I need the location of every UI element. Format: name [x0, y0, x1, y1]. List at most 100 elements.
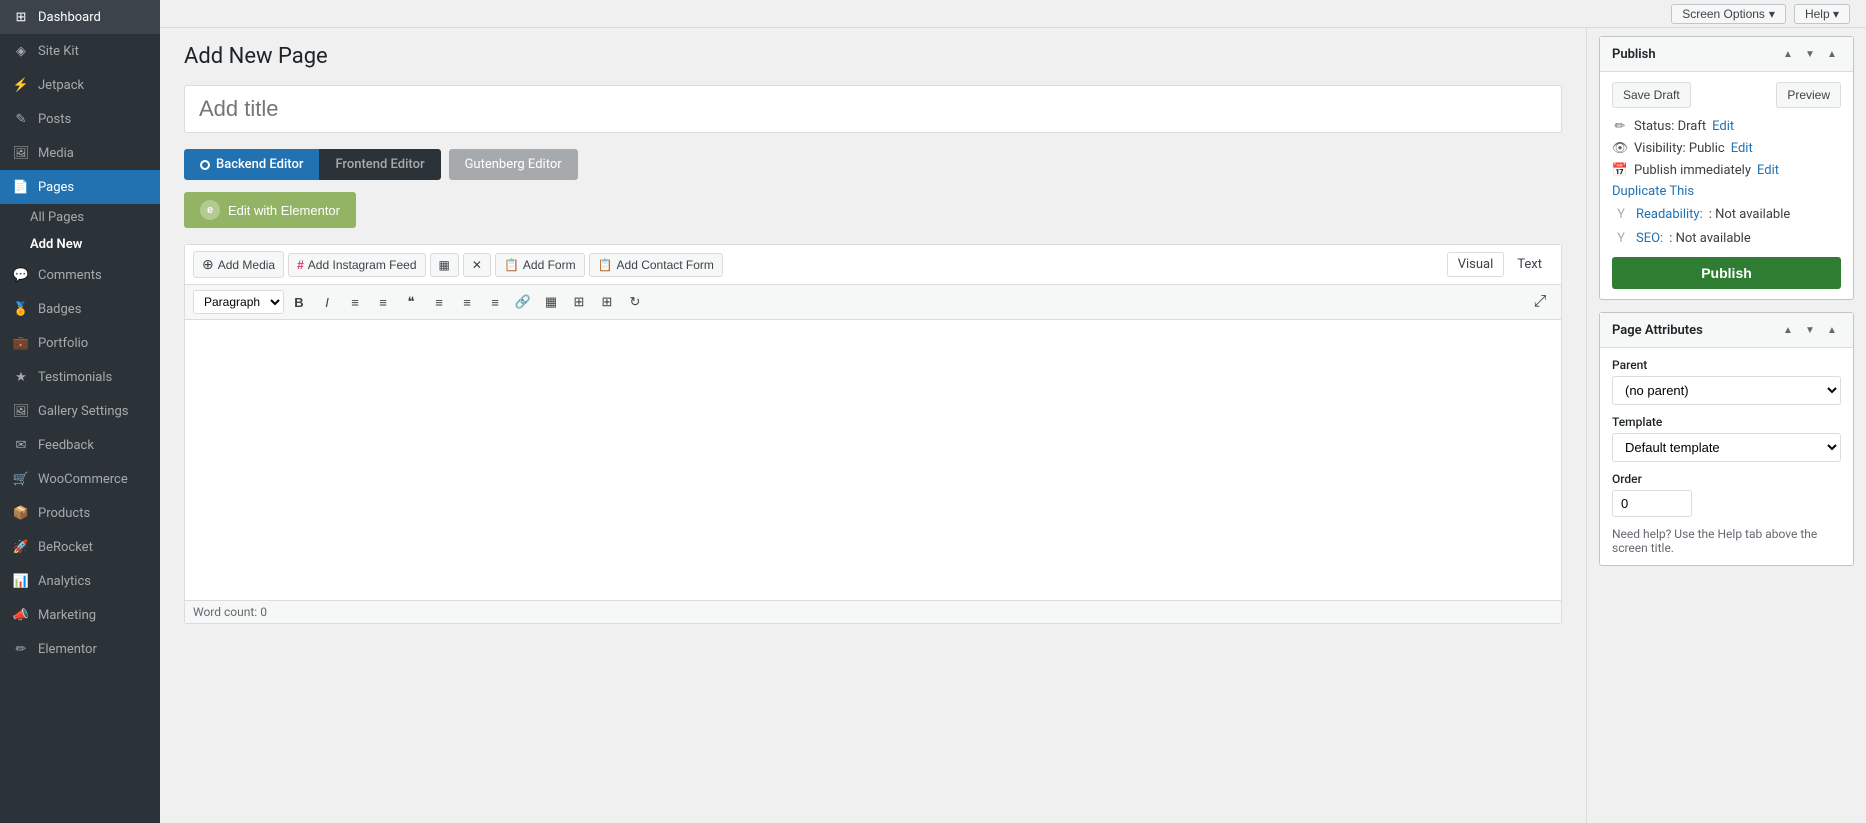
sidebar: ⊞ Dashboard ◈ Site Kit ⚡ Jetpack ✎ Posts…	[0, 0, 160, 823]
sidebar-item-portfolio[interactable]: 💼 Portfolio	[0, 326, 160, 360]
bold-button[interactable]: B	[286, 289, 312, 315]
page-heading: Add New Page	[184, 44, 1562, 69]
publish-button[interactable]: Publish	[1612, 257, 1841, 289]
sidebar-item-pages[interactable]: 📄 Pages	[0, 170, 160, 204]
undo-button[interactable]: ↻	[622, 289, 648, 315]
sidebar-item-label: Media	[38, 146, 74, 161]
sidebar-item-sitekit[interactable]: ◈ Site Kit	[0, 34, 160, 68]
page-attributes-header[interactable]: Page Attributes ▲ ▼ ▲	[1600, 313, 1853, 348]
elementor-icon: ✏	[12, 640, 30, 658]
add-form-button[interactable]: 📋 Add Form	[495, 253, 585, 277]
sidebar-item-label: Pages	[38, 180, 74, 195]
publish-time-edit-link[interactable]: Edit	[1757, 163, 1779, 178]
sidebar-item-label: Comments	[38, 268, 102, 283]
help-button[interactable]: Help ▾	[1794, 4, 1850, 24]
sidebar-item-berocket[interactable]: 🚀 BeRocket	[0, 530, 160, 564]
page-title-input[interactable]	[184, 85, 1562, 133]
sidebar-item-comments[interactable]: 💬 Comments	[0, 258, 160, 292]
align-center-button[interactable]: ≡	[454, 289, 480, 315]
publish-metabox-body: Save Draft Preview ✏ Status: Draft Edit …	[1600, 72, 1853, 299]
backend-editor-tab[interactable]: Backend Editor	[184, 149, 319, 180]
sidebar-item-elementor[interactable]: ✏ Elementor	[0, 632, 160, 666]
add-form-icon-left-button[interactable]: ▦	[430, 253, 459, 277]
order-input[interactable]	[1612, 490, 1692, 517]
sidebar-item-label: Products	[38, 506, 90, 521]
template-select[interactable]: Default template	[1612, 433, 1841, 462]
attr-drag-icon[interactable]: ▲	[1823, 321, 1841, 339]
add-form-icon: 📋	[504, 258, 519, 272]
drag-handle-icon[interactable]: ▲	[1823, 45, 1841, 63]
italic-button[interactable]: I	[314, 289, 340, 315]
sidebar-item-feedback[interactable]: ✉ Feedback	[0, 428, 160, 462]
publish-metabox-header[interactable]: Publish ▲ ▼ ▲	[1600, 37, 1853, 72]
testimonials-icon: ★	[12, 368, 30, 386]
calendar-icon: 📅	[1612, 162, 1628, 178]
badges-icon: 🏅	[12, 300, 30, 318]
visibility-edit-link[interactable]: Edit	[1731, 141, 1753, 156]
format-toolbar: Paragraph Heading 1 Heading 2 Heading 3 …	[185, 285, 1561, 320]
blockquote-button[interactable]: ❝	[398, 289, 424, 315]
sidebar-item-jetpack[interactable]: ⚡ Jetpack	[0, 68, 160, 102]
dashboard-icon: ⊞	[12, 8, 30, 26]
insert-table3-button[interactable]: ⊞	[594, 289, 620, 315]
analytics-icon: 📊	[12, 572, 30, 590]
publish-metabox: Publish ▲ ▼ ▲ Save Draft Preview ✏ Statu…	[1599, 36, 1854, 300]
save-draft-button[interactable]: Save Draft	[1612, 82, 1691, 108]
sidebar-sub-add-new[interactable]: Add New	[0, 231, 160, 258]
media-toolbar: ⊕ Add Media # Add Instagram Feed ▦ ✕ 📋	[185, 245, 1561, 285]
seo-link[interactable]: SEO:	[1636, 231, 1663, 246]
readability-row: Y Readability: : Not available	[1612, 205, 1841, 223]
sidebar-item-dashboard[interactable]: ⊞ Dashboard	[0, 0, 160, 34]
insert-table-button[interactable]: ▦	[538, 289, 564, 315]
status-edit-link[interactable]: Edit	[1712, 119, 1734, 134]
insert-table2-button[interactable]: ⊞	[566, 289, 592, 315]
readability-link[interactable]: Readability:	[1636, 207, 1703, 222]
unordered-list-button[interactable]: ≡	[342, 289, 368, 315]
collapse-down-icon[interactable]: ▼	[1801, 45, 1819, 63]
frontend-editor-tab[interactable]: Frontend Editor	[319, 149, 440, 180]
attr-collapse-up-icon[interactable]: ▲	[1779, 321, 1797, 339]
sidebar-item-badges[interactable]: 🏅 Badges	[0, 292, 160, 326]
sidebar-item-analytics[interactable]: 📊 Analytics	[0, 564, 160, 598]
gutenberg-editor-tab[interactable]: Gutenberg Editor	[449, 149, 578, 180]
sidebar-item-posts[interactable]: ✎ Posts	[0, 102, 160, 136]
ordered-list-button[interactable]: ≡	[370, 289, 396, 315]
add-media-button[interactable]: ⊕ Add Media	[193, 251, 284, 278]
visual-tab[interactable]: Visual	[1447, 252, 1505, 277]
sidebar-item-label: Elementor	[38, 642, 97, 657]
visual-text-tabs: Visual Text	[1447, 252, 1553, 277]
paragraph-format-select[interactable]: Paragraph Heading 1 Heading 2 Heading 3	[193, 290, 284, 314]
attr-collapse-down-icon[interactable]: ▼	[1801, 321, 1819, 339]
products-icon: 📦	[12, 504, 30, 522]
screen-options-button[interactable]: Screen Options ▾	[1671, 4, 1786, 24]
insert-link-button[interactable]: 🔗	[510, 289, 536, 315]
align-left-button[interactable]: ≡	[426, 289, 452, 315]
parent-select[interactable]: (no parent)	[1612, 376, 1841, 405]
editor-content[interactable]	[185, 320, 1561, 600]
add-form-icon-right-button[interactable]: ✕	[463, 253, 491, 277]
sidebar-item-label: Analytics	[38, 574, 91, 589]
feedback-icon: ✉	[12, 436, 30, 454]
sidebar-item-testimonials[interactable]: ★ Testimonials	[0, 360, 160, 394]
sidebar-item-marketing[interactable]: 📣 Marketing	[0, 598, 160, 632]
text-tab[interactable]: Text	[1506, 252, 1553, 277]
sidebar-sub-all-pages[interactable]: All Pages	[0, 204, 160, 231]
media-icon: 🖼	[12, 144, 30, 162]
collapse-up-icon[interactable]: ▲	[1779, 45, 1797, 63]
sidebar-item-media[interactable]: 🖼 Media	[0, 136, 160, 170]
publish-time-row: 📅 Publish immediately Edit	[1612, 162, 1841, 178]
comments-icon: 💬	[12, 266, 30, 284]
duplicate-this-link[interactable]: Duplicate This	[1612, 184, 1841, 199]
edit-with-elementor-button[interactable]: e Edit with Elementor	[184, 192, 356, 228]
add-contact-form-button[interactable]: 📋 Add Contact Form	[589, 253, 723, 277]
sidebar-item-label: Marketing	[38, 608, 96, 623]
sidebar-item-products[interactable]: 📦 Products	[0, 496, 160, 530]
page-attributes-metabox: Page Attributes ▲ ▼ ▲ Parent (no parent)	[1599, 312, 1854, 566]
add-instagram-feed-button[interactable]: # Add Instagram Feed	[288, 253, 425, 277]
sidebar-item-gallery-settings[interactable]: 🖼 Gallery Settings	[0, 394, 160, 428]
sidebar-item-woocommerce[interactable]: 🛒 WooCommerce	[0, 462, 160, 496]
align-right-button[interactable]: ≡	[482, 289, 508, 315]
preview-button[interactable]: Preview	[1776, 82, 1841, 108]
fullscreen-button[interactable]: ⤢	[1527, 289, 1553, 315]
publish-metabox-controls: ▲ ▼ ▲	[1779, 45, 1841, 63]
